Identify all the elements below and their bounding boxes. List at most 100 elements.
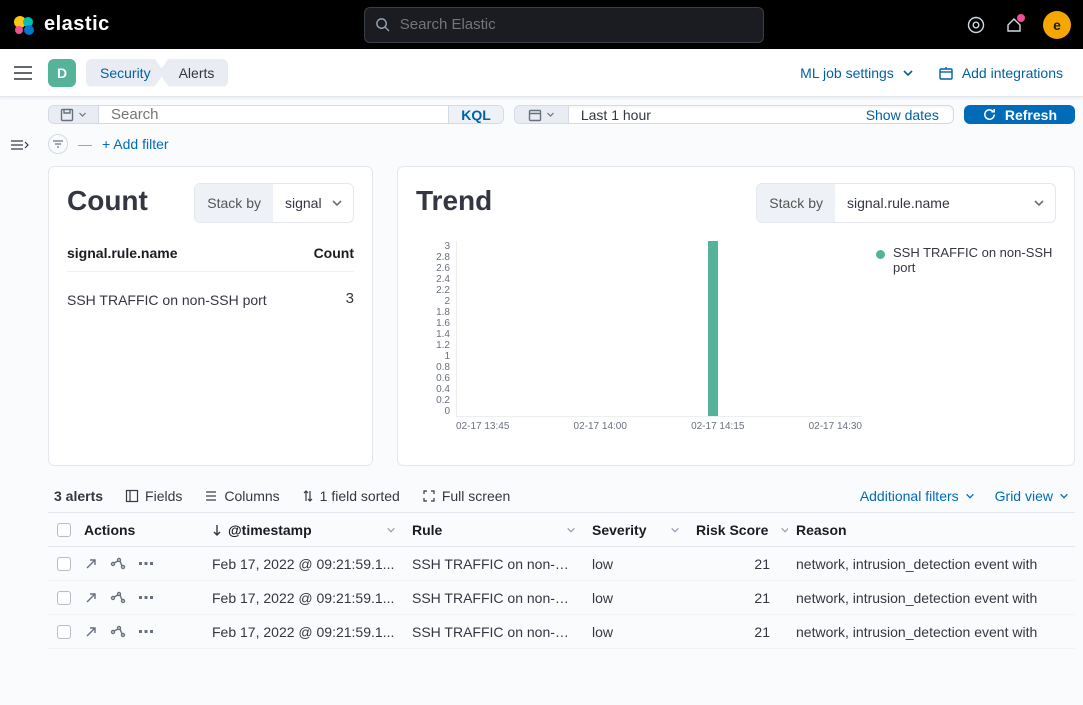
additional-filters-button[interactable]: Additional filters — [860, 488, 975, 504]
more-icon[interactable] — [138, 595, 154, 601]
cell-timestamp: Feb 17, 2022 @ 09:21:59.1... — [204, 556, 404, 572]
breadcrumb-security[interactable]: Security — [86, 59, 165, 87]
saved-query-button[interactable] — [49, 106, 99, 123]
alerts-table-toolbar: 3 alerts Fields Columns 1 field sorted — [48, 466, 1075, 512]
chevron-down-icon — [546, 110, 555, 119]
select-all-checkbox[interactable] — [57, 523, 71, 537]
sort-desc-icon — [212, 524, 222, 536]
newsfeed-button[interactable] — [1005, 16, 1023, 34]
cell-risk: 21 — [688, 556, 788, 572]
x-axis-ticks: 02-17 13:45 02-17 14:00 02-17 14:15 02-1… — [456, 421, 862, 441]
search-icon — [375, 17, 390, 32]
show-dates-button[interactable]: Show dates — [852, 106, 953, 123]
columns-icon — [204, 489, 218, 503]
expand-icon[interactable] — [84, 625, 98, 639]
refresh-icon — [982, 107, 997, 122]
count-col-rule: signal.rule.name — [67, 245, 314, 261]
query-input-group: KQL — [48, 105, 504, 124]
legend-dot-icon — [876, 250, 885, 259]
filter-options-button[interactable] — [48, 134, 68, 154]
global-search[interactable] — [364, 7, 764, 43]
col-rule[interactable]: Rule — [404, 522, 584, 538]
col-timestamp[interactable]: @timestamp — [204, 522, 404, 538]
row-checkbox[interactable] — [57, 557, 71, 571]
date-quick-button[interactable] — [515, 106, 569, 123]
analyze-icon[interactable] — [110, 591, 126, 605]
fullscreen-icon — [422, 489, 436, 503]
count-row-name: SSH TRAFFIC on non-SSH port — [67, 290, 346, 311]
breadcrumb-alerts[interactable]: Alerts — [159, 59, 229, 87]
chevron-down-icon — [331, 197, 343, 209]
global-search-input[interactable] — [398, 15, 753, 34]
add-filter-button[interactable]: + Add filter — [102, 136, 169, 152]
add-integrations-button[interactable]: Add integrations — [938, 65, 1063, 81]
chevron-down-icon — [78, 110, 87, 119]
cell-reason: network, intrusion_detection event with — [788, 624, 1075, 640]
more-icon[interactable] — [138, 561, 154, 567]
col-reason: Reason — [788, 522, 1075, 538]
kql-input[interactable] — [99, 106, 448, 123]
row-checkbox[interactable] — [57, 591, 71, 605]
ml-job-settings-button[interactable]: ML job settings — [800, 65, 914, 81]
date-range-text: Last 1 hour — [569, 106, 852, 123]
expand-icon[interactable] — [84, 557, 98, 571]
analyze-icon[interactable] — [110, 625, 126, 639]
cell-risk: 21 — [688, 624, 788, 640]
col-risk[interactable]: Risk Score — [688, 522, 788, 538]
grid-view-button[interactable]: Grid view — [995, 488, 1069, 504]
table-row[interactable]: Feb 17, 2022 @ 09:21:59.1... SSH TRAFFIC… — [48, 547, 1075, 581]
analyze-icon[interactable] — [110, 557, 126, 571]
nav-toggle-button[interactable] — [8, 58, 38, 88]
global-topbar: elastic e — [0, 0, 1083, 49]
chevron-down-icon — [1059, 491, 1069, 501]
trend-bar — [708, 241, 718, 416]
more-icon[interactable] — [138, 629, 154, 635]
expand-icon[interactable] — [84, 591, 98, 605]
cell-severity: low — [584, 590, 688, 606]
fullscreen-button[interactable]: Full screen — [422, 488, 510, 504]
trend-stackby-select[interactable]: signal.rule.name — [835, 184, 1055, 222]
count-panel: Count Stack by signal signal.rule.name — [48, 166, 373, 466]
stackby-label: Stack by — [757, 184, 835, 222]
col-severity[interactable]: Severity — [584, 522, 688, 538]
date-picker[interactable]: Last 1 hour Show dates — [514, 105, 954, 124]
trend-legend: SSH TRAFFIC on non-SSH port — [876, 241, 1056, 441]
count-row[interactable]: SSH TRAFFIC on non-SSH port 3 — [67, 272, 354, 329]
trend-stackby: Stack by signal.rule.name — [756, 183, 1056, 223]
count-stackby-select[interactable]: signal — [273, 184, 353, 222]
cell-rule: SSH TRAFFIC on non-SS... — [404, 624, 584, 640]
cell-severity: low — [584, 624, 688, 640]
user-avatar[interactable]: e — [1043, 11, 1071, 39]
chevron-down-icon — [386, 525, 396, 535]
chevron-down-icon — [902, 67, 914, 79]
add-integrations-label: Add integrations — [962, 65, 1063, 81]
table-row[interactable]: Feb 17, 2022 @ 09:21:59.1... SSH TRAFFIC… — [48, 581, 1075, 615]
row-checkbox[interactable] — [57, 625, 71, 639]
help-icon[interactable] — [967, 16, 985, 34]
table-row[interactable]: Feb 17, 2022 @ 09:21:59.1... SSH TRAFFIC… — [48, 615, 1075, 649]
fields-button[interactable]: Fields — [125, 488, 182, 504]
product-logo[interactable]: elastic — [12, 13, 110, 37]
count-row-value: 3 — [346, 290, 354, 311]
app-header: D Security Alerts ML job settings Add in… — [0, 49, 1083, 97]
count-stackby-value: signal — [285, 195, 322, 211]
product-name: elastic — [44, 13, 110, 36]
columns-button[interactable]: Columns — [204, 488, 279, 504]
breadcrumb: Security Alerts — [86, 59, 228, 87]
cell-rule: SSH TRAFFIC on non-SS... — [404, 556, 584, 572]
sorted-button[interactable]: 1 field sorted — [302, 488, 400, 504]
query-bar: KQL Last 1 hour Show dates Refresh — [48, 105, 1075, 124]
calendar-icon — [528, 108, 542, 122]
cell-timestamp: Feb 17, 2022 @ 09:21:59.1... — [204, 624, 404, 640]
count-col-count: Count — [314, 245, 354, 261]
cell-risk: 21 — [688, 590, 788, 606]
refresh-label: Refresh — [1005, 107, 1057, 123]
space-selector[interactable]: D — [48, 59, 76, 87]
filter-icon — [52, 139, 64, 149]
stackby-label: Stack by — [195, 184, 273, 222]
kql-toggle[interactable]: KQL — [448, 106, 503, 123]
refresh-button[interactable]: Refresh — [964, 105, 1075, 124]
chevron-down-icon — [566, 525, 576, 535]
disk-icon — [60, 108, 74, 122]
expand-rail-button[interactable] — [8, 133, 32, 157]
